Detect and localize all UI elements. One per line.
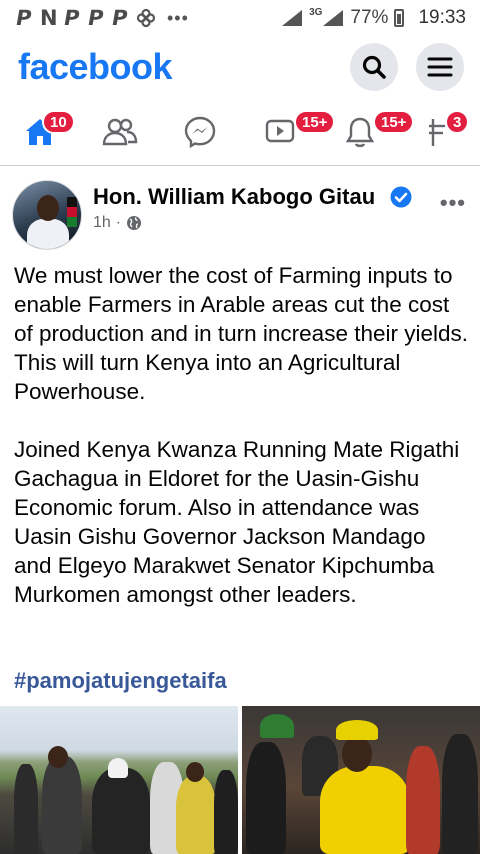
post-time[interactable]: 1h: [93, 214, 111, 232]
post-meta: 1h ·: [93, 214, 142, 232]
author-avatar[interactable]: [12, 180, 82, 250]
bell-icon: [346, 117, 374, 147]
pinterest-notification-icon: P: [109, 6, 130, 30]
tab-home[interactable]: 10: [0, 98, 80, 165]
globe-icon: [127, 216, 142, 230]
search-button[interactable]: [350, 43, 398, 91]
post-photos: [0, 706, 480, 854]
pinterest-notification-icon: P: [85, 6, 106, 30]
app-header: facebook: [0, 36, 480, 98]
network-type: 3G: [309, 6, 323, 18]
hashtag-link[interactable]: #pamojatujengetaifa: [14, 668, 227, 694]
battery-percent: 77%: [350, 7, 389, 28]
battery-icon: [394, 9, 405, 27]
tab-messenger[interactable]: [160, 98, 240, 165]
messenger-icon: [184, 116, 216, 148]
status-bar: P N P P P ••• 3G 77% 19:33: [0, 0, 480, 36]
menu-button[interactable]: [416, 43, 464, 91]
tab-friends[interactable]: [80, 98, 160, 165]
more-notifications-icon: •••: [167, 7, 189, 28]
signal-icon: [282, 10, 303, 26]
n-notification-icon: N: [40, 6, 58, 30]
notification-icons: P N P P P •••: [13, 6, 281, 30]
post-paragraph: Joined Kenya Kwanza Running Mate Rigathi…: [14, 437, 460, 607]
search-icon: [362, 55, 386, 79]
pinterest-notification-icon: P: [61, 6, 82, 30]
home-badge: 10: [42, 110, 75, 134]
signal-icon-2: [323, 10, 344, 26]
friends-icon: [102, 118, 138, 145]
navigation-tabs: 10 15+ 15+ 3: [0, 98, 480, 166]
post-options-button[interactable]: •••: [440, 190, 466, 216]
fan-icon: [136, 8, 156, 28]
post-photo-1[interactable]: [0, 706, 238, 854]
hamburger-menu-icon: [427, 57, 453, 77]
post-body: We must lower the cost of Farming inputs…: [14, 261, 468, 638]
facebook-logo[interactable]: facebook: [18, 46, 332, 88]
meta-separator: ·: [115, 214, 122, 231]
tab-marketplace[interactable]: 3: [400, 98, 480, 165]
post-paragraph: We must lower the cost of Farming inputs…: [14, 263, 469, 404]
post-photo-2[interactable]: [242, 706, 480, 854]
pinterest-notification-icon: P: [13, 6, 34, 30]
tab-notifications[interactable]: 15+: [320, 98, 415, 165]
marketplace-badge: 3: [445, 110, 470, 134]
clock: 19:33: [418, 7, 466, 28]
post-header: Hon. William Kabogo Gitau 1h · •••: [0, 176, 480, 252]
tab-watch[interactable]: 15+: [240, 98, 336, 165]
watch-icon: [265, 119, 295, 142]
verified-badge-icon: [390, 186, 412, 208]
post-author-name[interactable]: Hon. William Kabogo Gitau: [93, 184, 375, 210]
